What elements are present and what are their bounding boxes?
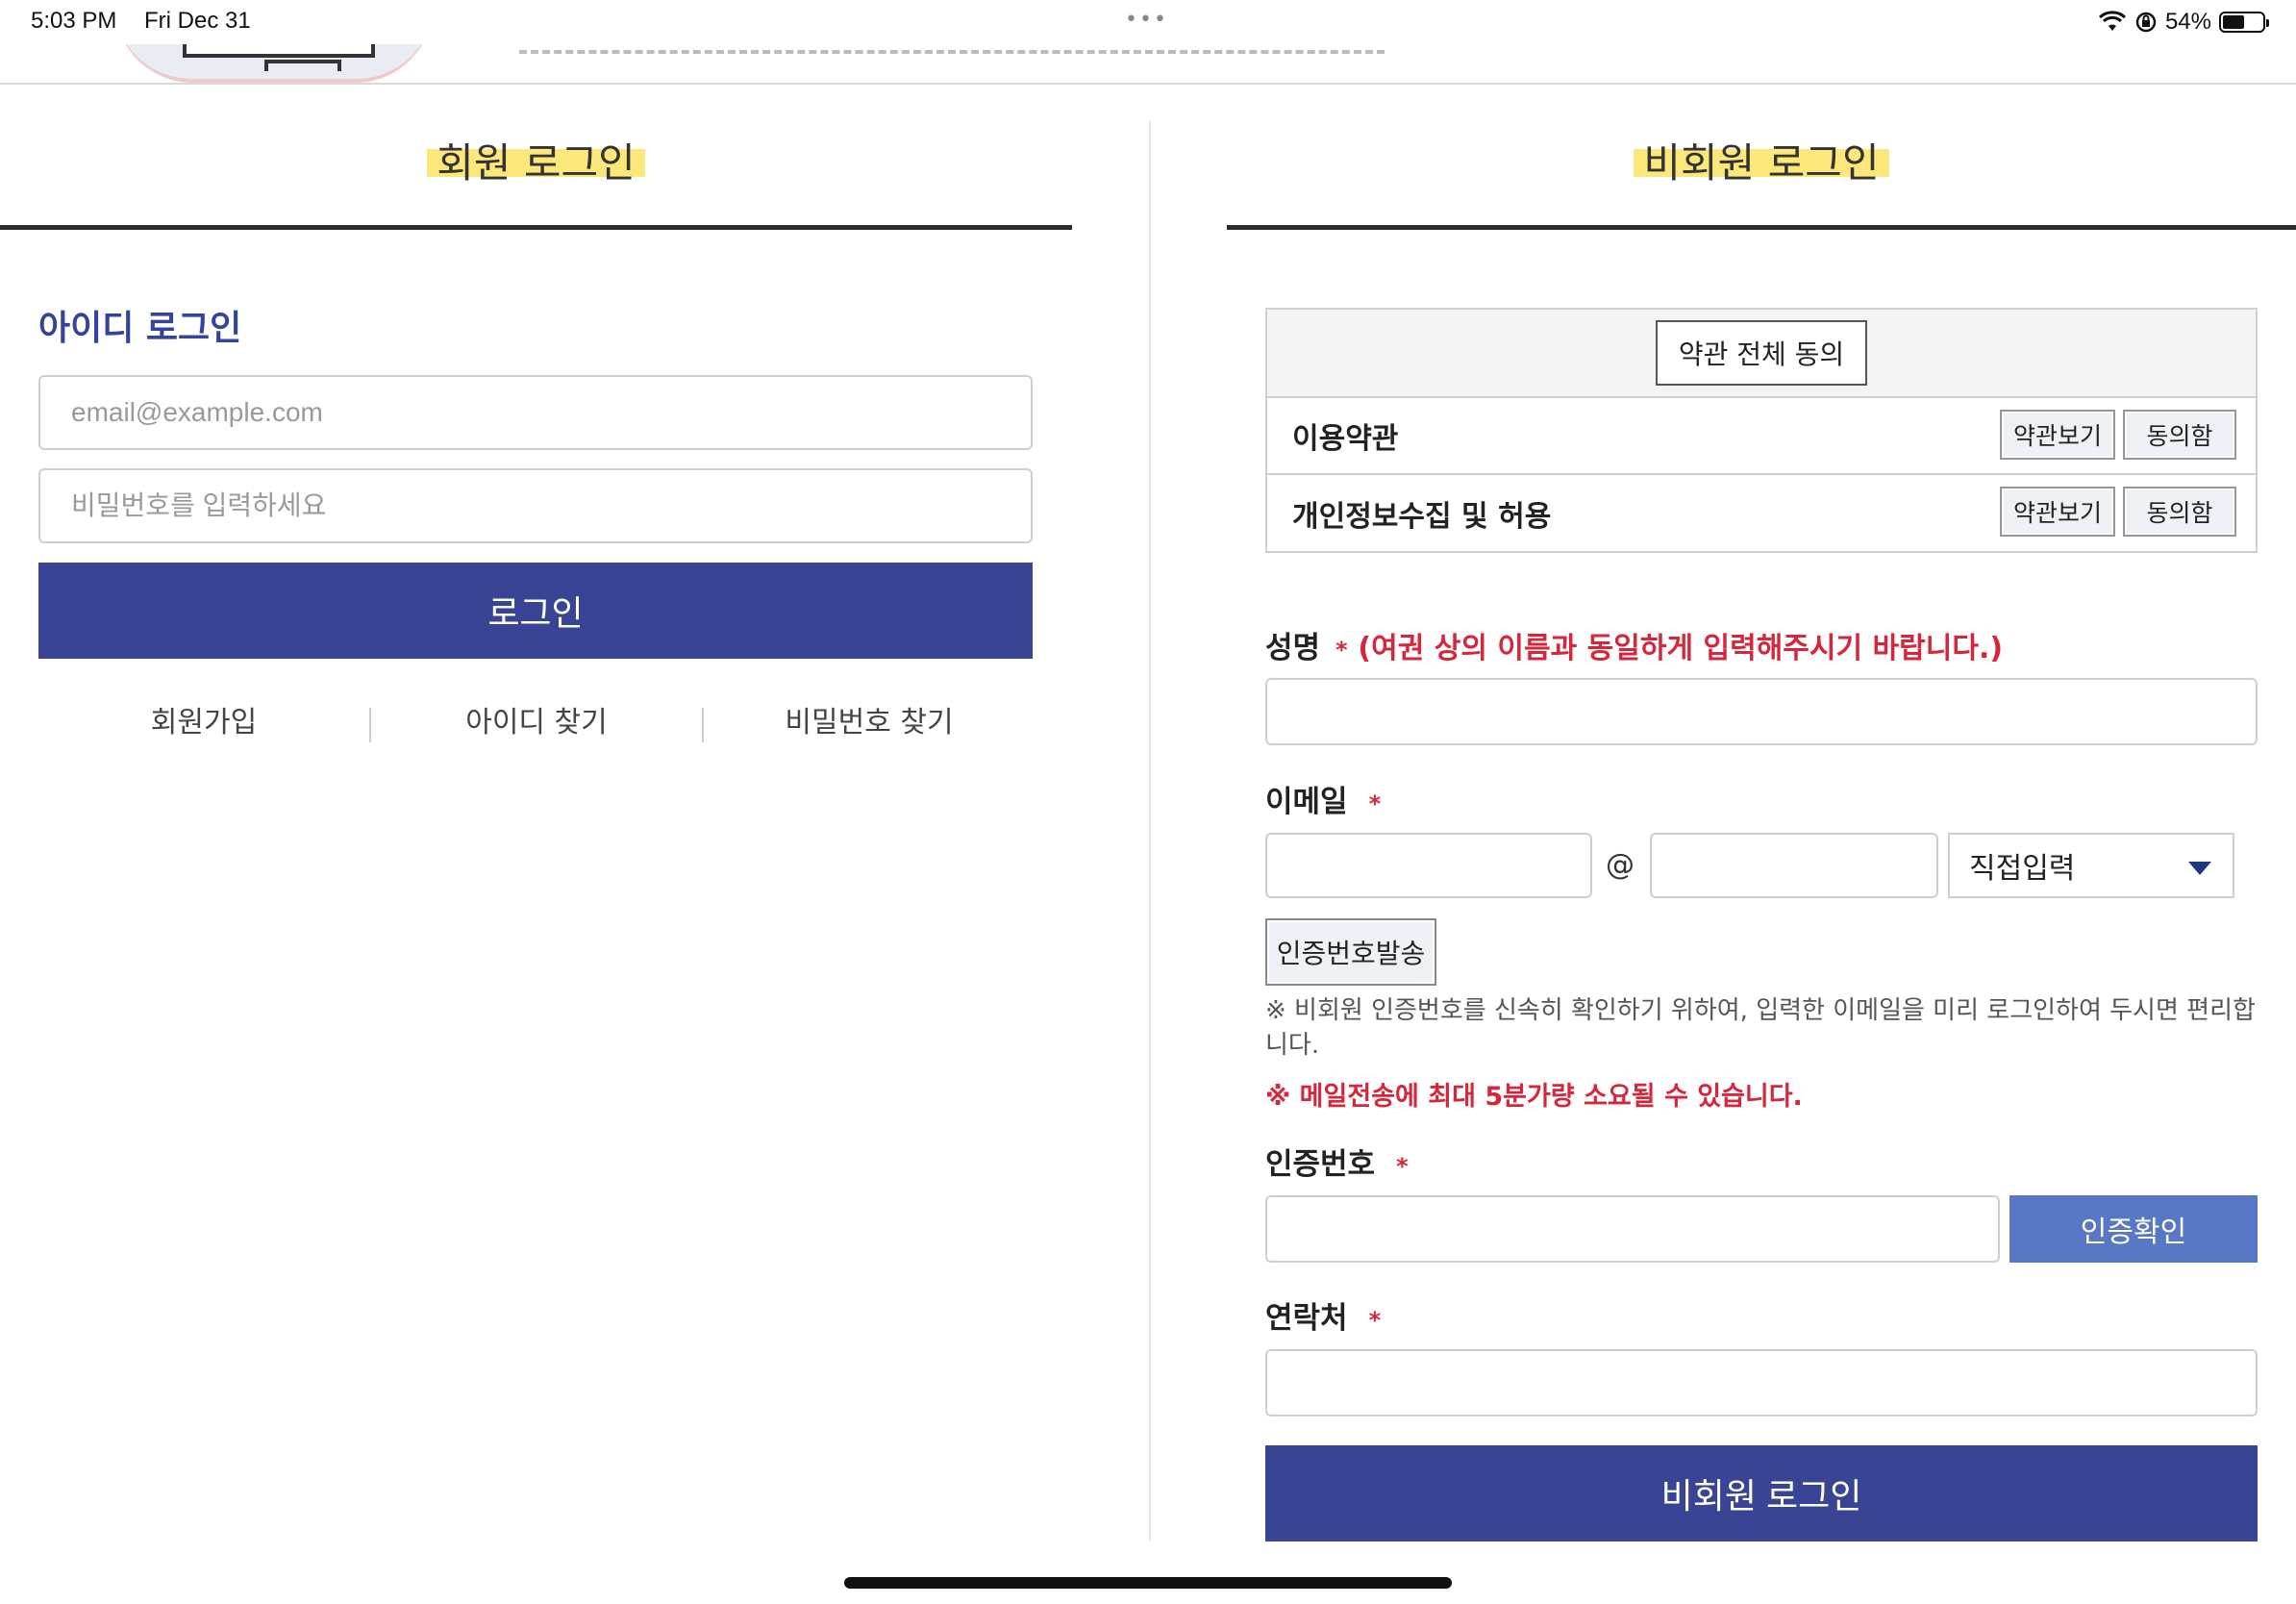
id-login-title: 아이디 로그인 <box>38 309 242 348</box>
guest-login-heading: 비회원 로그인 <box>1227 131 2296 189</box>
top-banner-remnant <box>0 44 2296 85</box>
agree-terms-button[interactable]: 동의함 <box>2123 410 2236 460</box>
email-warning: ※ 메일전송에 최대 5분가량 소요될 수 있습니다. <box>1265 1082 1803 1112</box>
required-mark: * <box>1368 790 1382 817</box>
column-divider <box>1149 121 1151 1541</box>
required-mark: * <box>1396 1153 1409 1180</box>
member-links: 회원가입 아이디 찾기 비밀번호 찾기 <box>38 702 1035 744</box>
battery-icon <box>2219 12 2269 33</box>
at-sign: @ <box>1606 848 1635 882</box>
chevron-down-icon <box>2188 862 2211 875</box>
signup-link[interactable]: 회원가입 <box>38 702 369 744</box>
send-code-button[interactable]: 인증번호발송 <box>1265 918 1436 986</box>
multitasking-dots-icon[interactable]: ••• <box>1125 8 1168 32</box>
status-right: 54% <box>2098 6 2269 38</box>
password-input[interactable] <box>38 468 1033 543</box>
privacy-row: 개인정보수집 및 허용 약관보기 동의함 <box>1267 475 2256 552</box>
terms-agreement-box: 약관 전체 동의 이용약관 약관보기 동의함 개인정보수집 및 허용 약관보기 … <box>1265 308 2258 553</box>
name-label: 성명 * (여권 상의 이름과 동일하게 입력해주시기 바랍니다.) <box>1265 631 2004 665</box>
terms-agreement-header: 약관 전체 동의 <box>1267 310 2256 398</box>
terms-row: 이용약관 약관보기 동의함 <box>1267 398 2256 475</box>
guest-login-button[interactable]: 비회원 로그인 <box>1265 1445 2258 1541</box>
battery-percent: 54% <box>2164 9 2211 35</box>
monitor-icon <box>183 44 375 58</box>
email-domain-input[interactable] <box>1650 833 1938 898</box>
guest-heading-rule <box>1227 225 2296 230</box>
view-privacy-button[interactable]: 약관보기 <box>2000 487 2115 537</box>
agree-privacy-button[interactable]: 동의함 <box>2123 487 2236 537</box>
login-button[interactable]: 로그인 <box>38 563 1033 659</box>
find-id-link[interactable]: 아이디 찾기 <box>371 702 702 744</box>
banner-text-remnant <box>519 44 1385 54</box>
email-label: 이메일 * <box>1265 785 1382 819</box>
terms-of-use-label: 이용약관 <box>1292 422 1399 456</box>
home-indicator[interactable] <box>844 1577 1452 1589</box>
phone-input[interactable] <box>1265 1349 2258 1416</box>
status-time: 5:03 PM <box>31 8 117 34</box>
wifi-icon <box>2098 11 2126 31</box>
phone-label: 연락처 * <box>1265 1301 1382 1336</box>
name-input[interactable] <box>1265 678 2258 745</box>
banner-logo-icon <box>115 44 433 83</box>
required-mark: * <box>1335 637 1348 664</box>
verify-code-button[interactable]: 인증확인 <box>2009 1195 2258 1263</box>
status-bar: 5:03 PM Fri Dec 31 ••• 54% <box>0 0 2296 44</box>
member-login-heading: 회원 로그인 <box>0 131 1072 189</box>
battery-fill <box>2223 15 2244 29</box>
privacy-label: 개인정보수집 및 허용 <box>1292 500 1552 534</box>
code-label: 인증번호 * <box>1265 1147 1409 1182</box>
required-mark: * <box>1368 1307 1382 1334</box>
status-date: Fri Dec 31 <box>144 8 251 34</box>
email-note: ※ 비회원 인증번호를 신속히 확인하기 위하여, 입력한 이메일을 미리 로그… <box>1265 996 2256 1060</box>
orientation-lock-icon <box>2135 12 2157 33</box>
find-password-link[interactable]: 비밀번호 찾기 <box>704 702 1035 744</box>
email-local-input[interactable] <box>1265 833 1592 898</box>
email-domain-select[interactable]: 직접입력 <box>1948 833 2234 898</box>
view-terms-button[interactable]: 약관보기 <box>2000 410 2115 460</box>
member-heading-rule <box>0 225 1072 230</box>
email-input[interactable] <box>38 375 1033 450</box>
agree-all-button[interactable]: 약관 전체 동의 <box>1656 320 1867 386</box>
code-input[interactable] <box>1265 1195 2000 1263</box>
name-note: (여권 상의 이름과 동일하게 입력해주시기 바랍니다.) <box>1358 632 2004 665</box>
